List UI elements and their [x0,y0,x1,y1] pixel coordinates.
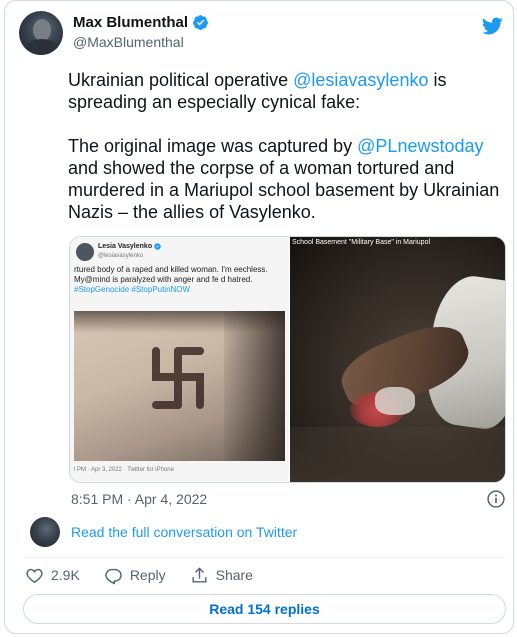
conversation-avatar [30,517,60,547]
author-avatar[interactable] [19,11,63,55]
tweet-text-segment: The original image was captured by [68,136,358,156]
action-bar: 2.9K Reply Share [25,564,277,586]
name-row: Max Blumenthal [73,14,209,31]
author-handle[interactable]: @MaxBlumenthal [73,34,209,50]
tweet-text: Ukrainian political operative @lesiavasy… [68,69,508,245]
conversation-row[interactable]: Read the full conversation on Twitter [30,517,490,547]
tweet-text-segment: and showed the corpse of a woman torture… [68,158,500,222]
symbol-mark-icon [152,347,204,409]
read-conversation-link[interactable]: Read the full conversation on Twitter [71,524,297,540]
photo-white-area [375,387,415,415]
share-icon [192,566,207,583]
embedded-name-row: Lesia Vasylenko [98,243,161,250]
embedded-hashtags: #StopGenocide #StopPutinNOW [74,285,191,294]
avatar-face [33,19,51,41]
embedded-avatar [76,243,94,261]
author-block: Max Blumenthal @MaxBlumenthal [73,14,209,50]
photo-debris [290,427,505,482]
avatar-shoulders [25,39,59,55]
read-replies-button[interactable]: Read 154 replies [23,594,506,624]
reply-label: Reply [129,567,166,583]
mention-lesiavasylenko[interactable]: @lesiavasylenko [293,70,428,90]
twitter-bird-icon[interactable] [481,15,503,37]
media-image-left-screenshot[interactable]: Lesia Vasylenko @lesiavasylenko rtured b… [70,237,289,482]
divider [24,557,505,558]
tweet-paragraph-2: The original image was captured by @PLne… [68,135,508,223]
like-button[interactable]: 2.9K [25,566,80,585]
media-image-right-photo[interactable]: School Basement "Military Base" in Mariu… [290,237,505,482]
photo-caption: School Basement "Military Base" in Mariu… [292,239,431,246]
embedded-tweet-text: rtured body of a raped and killed woman.… [74,265,286,295]
tweet-paragraph-1: Ukrainian political operative @lesiavasy… [68,69,508,113]
tweet-text-segment: Ukrainian political operative [68,70,294,90]
tweet-media[interactable]: Lesia Vasylenko @lesiavasylenko rtured b… [69,236,506,483]
reply-button[interactable]: Reply [104,566,166,585]
tweet-card: Max Blumenthal @MaxBlumenthal Ukrainian … [4,0,514,634]
share-label: Share [215,567,253,583]
tweet-timestamp[interactable]: 8:51 PM · Apr 4, 2022 [71,491,207,507]
embedded-verified-icon [154,243,161,250]
tweet-header: Max Blumenthal @MaxBlumenthal [19,11,503,55]
verified-badge-icon [193,15,208,30]
embedded-handle: @lesiavasylenko [98,253,144,259]
embedded-author-name: Lesia Vasylenko [98,243,153,250]
info-icon[interactable] [486,489,506,509]
embedded-photo [74,311,285,461]
share-button[interactable]: Share [190,566,253,585]
photo-shadow [224,311,285,461]
heart-icon [26,568,43,583]
reply-icon [105,568,122,585]
author-name[interactable]: Max Blumenthal [73,14,188,31]
embedded-text-body: rtured body of a raped and killed woman.… [74,265,268,284]
like-count: 2.9K [51,567,80,583]
embedded-footer: l PM · Apr 3, 2022 · Twitter for iPhone [74,467,174,473]
mention-plnewstoday[interactable]: @PLnewstoday [357,136,483,156]
